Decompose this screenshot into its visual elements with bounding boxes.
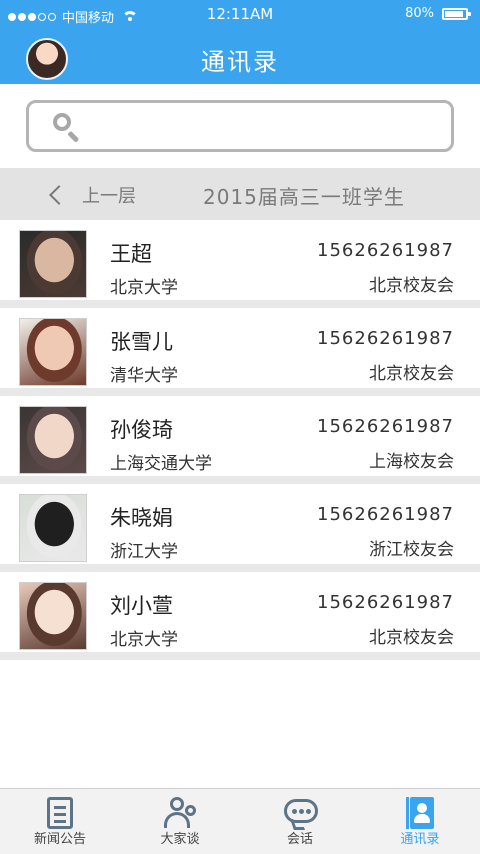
contact-school: 北京大学 — [110, 630, 178, 650]
contact-photo — [19, 406, 87, 474]
contact-row[interactable]: 孙俊琦 上海交通大学 15626261987 上海校友会 — [0, 396, 480, 484]
contact-name: 朱晓娟 — [110, 506, 173, 530]
tab-news[interactable]: 新闻公告 — [0, 789, 120, 854]
contact-phone: 15626261987 — [317, 328, 454, 349]
contact-school: 清华大学 — [110, 366, 178, 386]
tab-label: 会话 — [286, 832, 313, 847]
contact-group: 北京校友会 — [369, 628, 454, 648]
contact-list: 王超 北京大学 15626261987 北京校友会 张雪儿 清华大学 15626… — [0, 220, 480, 660]
back-label: 上一层 — [82, 186, 136, 207]
search-box[interactable] — [26, 100, 454, 152]
battery-percent: 80% — [405, 6, 434, 21]
contact-group: 北京校友会 — [369, 276, 454, 296]
chevron-left-icon — [49, 185, 69, 205]
chat-icon — [284, 797, 318, 830]
contact-phone: 15626261987 — [317, 504, 454, 525]
contact-name: 孙俊琦 — [110, 418, 173, 442]
battery-icon — [442, 7, 471, 20]
contact-phone: 15626261987 — [317, 592, 454, 613]
news-icon — [47, 797, 73, 829]
contact-photo — [19, 318, 87, 386]
contact-row[interactable]: 刘小萱 北京大学 15626261987 北京校友会 — [0, 572, 480, 660]
contact-name: 王超 — [110, 242, 152, 266]
tab-label: 大家谈 — [160, 832, 200, 847]
contact-phone: 15626261987 — [317, 240, 454, 261]
contact-photo — [19, 230, 87, 298]
tab-label: 通讯录 — [400, 832, 440, 847]
top-bar: 中国移动 12:11AM 80% 通讯录 — [0, 0, 480, 84]
contact-school: 北京大学 — [110, 278, 178, 298]
status-bar: 中国移动 12:11AM 80% — [0, 0, 480, 28]
search-input[interactable] — [89, 111, 443, 145]
contact-group: 上海校友会 — [369, 452, 454, 472]
contacts-icon — [406, 797, 434, 829]
contact-school: 上海交通大学 — [110, 454, 212, 474]
breadcrumb: 上一层 2015届高三一班学生 — [0, 168, 480, 220]
breadcrumb-title: 2015届高三一班学生 — [203, 185, 405, 209]
contact-group: 浙江校友会 — [369, 540, 454, 560]
tab-contacts[interactable]: 通讯录 — [360, 789, 480, 854]
back-button[interactable]: 上一层 — [46, 180, 136, 210]
contact-group: 北京校友会 — [369, 364, 454, 384]
search-area — [0, 84, 480, 168]
contact-photo — [19, 494, 87, 562]
contact-row[interactable]: 朱晓娟 浙江大学 15626261987 浙江校友会 — [0, 484, 480, 572]
tab-label: 新闻公告 — [33, 832, 86, 847]
contact-photo — [19, 582, 87, 650]
contact-row[interactable]: 张雪儿 清华大学 15626261987 北京校友会 — [0, 308, 480, 396]
tab-chat[interactable]: 会话 — [240, 789, 360, 854]
contact-name: 张雪儿 — [110, 330, 173, 354]
contact-phone: 15626261987 — [317, 416, 454, 437]
tab-discussion[interactable]: 大家谈 — [120, 789, 240, 854]
people-icon — [164, 797, 196, 829]
bottom-tab-bar: 新闻公告 大家谈 会话 通讯录 — [0, 788, 480, 854]
search-icon[interactable] — [53, 113, 80, 143]
contact-row[interactable]: 王超 北京大学 15626261987 北京校友会 — [0, 220, 480, 308]
contact-school: 浙江大学 — [110, 542, 178, 562]
contact-name: 刘小萱 — [110, 594, 173, 618]
page-title: 通讯录 — [201, 48, 279, 76]
